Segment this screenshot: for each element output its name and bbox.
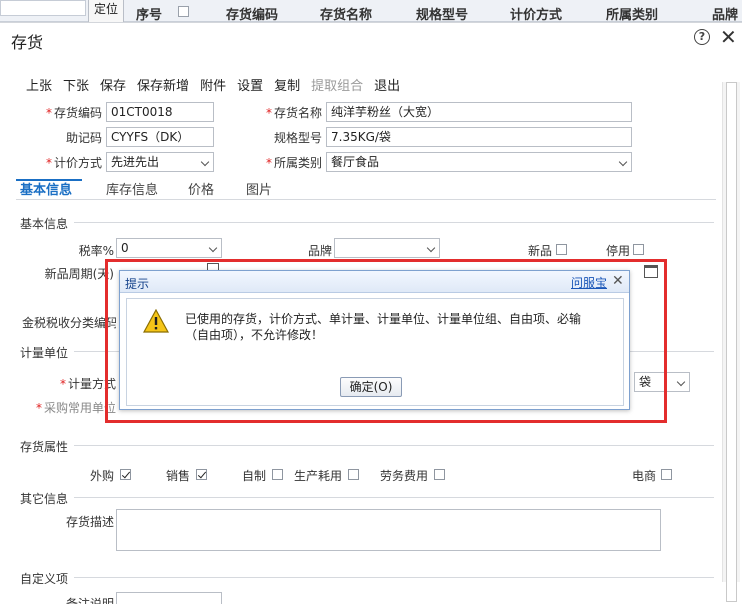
extract-combination-button[interactable]: 提取组合 [311,75,363,94]
mnemonic-field[interactable]: CYYFS（DK） [106,127,214,147]
section-rule [74,577,714,578]
section-rule [74,222,714,223]
basic-info-section-title: 基本信息 [20,217,69,231]
ok-button[interactable]: 确定(O) [340,377,402,397]
tab-inventory-info[interactable]: 库存信息 [106,179,158,198]
attributes-section-title: 存货属性 [20,440,69,454]
remark-label: 备注说明 [65,597,114,604]
locate-button[interactable]: 定位 [88,0,124,22]
copy-button[interactable]: 复制 [274,75,300,94]
self-made-label: 自制 [241,469,266,483]
purchased-checkbox[interactable] [120,469,131,480]
vertical-scrollbar[interactable] [722,82,740,602]
mnemonic-label: 助记码 [65,131,102,145]
save-and-new-button[interactable]: 保存新增 [137,75,189,94]
new-period-label: 新品周期(天) [44,267,114,281]
tax-rate-label: 税率% [78,244,114,258]
tab-divider [16,199,716,200]
ecommerce-label: 电商 [631,469,656,483]
settings-button[interactable]: 设置 [237,75,263,94]
scroll-thumb[interactable] [726,82,737,602]
attachment-button[interactable]: 附件 [200,75,226,94]
description-label: 存货描述 [65,515,114,529]
tab-images[interactable]: 图片 [246,179,272,198]
exit-button[interactable]: 退出 [374,75,400,94]
pricing-method-select[interactable]: 先进先出 [106,152,214,172]
inventory-name-label: * 存货名称 [265,106,322,120]
purchased-label: 外购 [89,469,114,483]
self-made-checkbox[interactable] [272,469,283,480]
pricing-method-label: * 计价方式 [45,156,102,170]
close-icon[interactable]: ✕ [720,25,737,49]
purchase-unit-label: * 采购常用单位 [35,401,116,415]
tab-price[interactable]: 价格 [188,179,214,198]
dialog-title: 提示 [125,277,150,291]
disabled-label: 停用 [605,244,630,258]
tax-rate-select[interactable]: 0 [116,238,222,258]
custom-section-title: 自定义项 [20,572,69,586]
grid-header-pricing: 计价方式 [510,8,563,23]
grid-header-brand: 品牌 [712,8,739,23]
brand-label: 品牌 [307,244,332,258]
help-service-link[interactable]: 问服宝 [571,274,607,291]
category-label: * 所属类别 [265,156,322,170]
other-info-section-title: 其它信息 [20,492,69,506]
background-grid-header: 定位 序号 存货编码 存货名称 规格型号 计价方式 所属类别 品牌 [0,0,742,23]
unit-section-title: 计量单位 [20,346,69,360]
disabled-checkbox[interactable] [633,244,644,255]
window-title: 存货 [11,33,44,52]
inventory-name-field[interactable]: 纯洋芋粉丝（大宽） [326,102,632,122]
grid-header-category: 所属类别 [606,8,659,23]
spec-model-label: 规格型号 [273,131,322,145]
toolbar: 上张 下张 保存 保存新增 附件 设置 复制 提取组合 退出 [26,75,411,94]
grid-header-spec: 规格型号 [416,8,469,23]
dialog-header: 提示 问服宝 ✕ [120,271,629,293]
close-icon[interactable]: ✕ [612,273,624,289]
dialog-message: 已使用的存货，计价方式、单计量、计量单位、计量单位组、自由项、必输（自由项），不… [185,312,582,342]
ecommerce-checkbox[interactable] [661,469,672,480]
labor-cost-label: 劳务费用 [379,469,428,483]
spec-model-field[interactable]: 7.35KG/袋 [326,127,632,147]
production-use-checkbox[interactable] [348,469,359,480]
save-button[interactable]: 保存 [100,75,126,94]
active-tab-indicator [16,179,82,181]
sales-label: 销售 [165,469,190,483]
dialog-body: 已使用的存货，计价方式、单计量、计量单位、计量单位组、自由项、必输（自由项），不… [126,298,624,406]
next-record-button[interactable]: 下张 [63,75,89,94]
production-use-label: 生产耗用 [293,469,342,483]
prompt-dialog: 提示 问服宝 ✕ 已使用的存货，计价方式、单计量、计量单位、计量单位组、自由项、… [119,270,630,410]
section-rule [74,445,714,446]
grid-header-seq: 序号 [136,8,163,23]
prev-record-button[interactable]: 上张 [26,75,52,94]
grid-select-all-checkbox[interactable] [178,6,189,17]
section-rule [74,497,714,498]
sales-checkbox[interactable] [196,469,207,480]
tab-basic-info[interactable]: 基本信息 [20,179,72,198]
new-product-label: 新品 [527,244,552,258]
grid-filter-cell[interactable] [0,0,86,16]
inventory-code-label: * 存货编码 [45,106,102,120]
grid-header-code: 存货编码 [226,8,279,23]
question-circle-icon[interactable]: ? [694,29,710,45]
category-select[interactable]: 餐厅食品 [326,152,632,172]
remark-field[interactable] [116,592,222,604]
grid-header-name: 存货名称 [320,8,373,23]
tax-class-code-label: 金税税收分类编码 [22,316,116,330]
description-textarea[interactable] [116,509,661,551]
inventory-code-field[interactable]: 01CT0018 [106,102,214,122]
new-product-checkbox[interactable] [556,244,567,255]
warning-triangle-icon [143,309,169,333]
brand-select[interactable] [334,238,440,258]
labor-cost-checkbox[interactable] [434,469,445,480]
